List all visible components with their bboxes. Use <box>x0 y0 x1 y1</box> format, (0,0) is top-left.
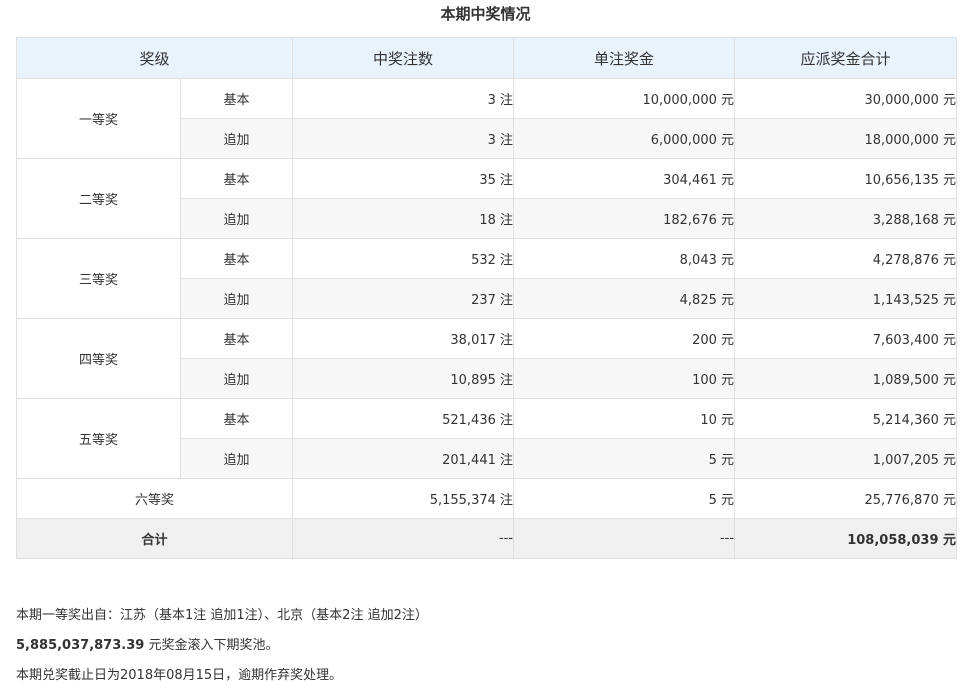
claim-deadline: 本期兑奖截止日为2018年08月15日，逾期作弃奖处理。 <box>16 668 343 683</box>
total-prize: 4,278,876 元 <box>734 238 958 279</box>
pool-rollover: 5,885,037,873.39 元奖金滚入下期奖池。 <box>16 635 428 665</box>
table-row: 二等奖 基本 35 注 304,461 元 10,656,135 元 <box>16 158 958 239</box>
total-prize: 7,603,400 元 <box>734 318 958 359</box>
winner-count: 201,441 注 <box>292 438 515 479</box>
prize-type: 基本 <box>179 158 294 199</box>
total-row: 合计 --- --- 108,058,039 元 <box>15 518 958 559</box>
notes: 本期一等奖出自：江苏（基本1注 追加1注）、北京（基本2注 追加2注） 5,88… <box>16 605 428 690</box>
total-prize: 1,007,205 元 <box>734 438 958 479</box>
prize-type: 追加 <box>179 118 294 159</box>
total-unit: --- <box>513 518 736 559</box>
total-count: --- <box>292 518 515 559</box>
total-prize: 10,656,135 元 <box>734 158 958 199</box>
prize-type: 追加 <box>179 438 294 479</box>
header-count: 中奖注数 <box>292 37 515 79</box>
total-label: 合计 <box>15 518 294 559</box>
prize-level: 一等奖 <box>16 78 181 159</box>
total-prize: 1,089,500 元 <box>734 358 958 399</box>
table-header-row: 奖级 中奖注数 单注奖金 应派奖金合计 <box>15 37 958 79</box>
header-total-prize: 应派奖金合计 <box>734 37 958 79</box>
unit-prize: 5 元 <box>513 478 736 519</box>
prize-table: 奖级 中奖注数 单注奖金 应派奖金合计 一等奖 基本 3 注 10,000,00… <box>15 37 958 559</box>
unit-prize: 5 元 <box>513 438 736 479</box>
winner-count: 3 注 <box>292 118 515 159</box>
total-prize: 1,143,525 元 <box>734 278 958 319</box>
prize-level: 三等奖 <box>16 238 181 319</box>
winner-count: 38,017 注 <box>292 318 515 359</box>
prize-type: 基本 <box>179 238 294 279</box>
winner-count: 532 注 <box>292 238 515 279</box>
header-level: 奖级 <box>15 37 294 79</box>
winner-count: 10,895 注 <box>292 358 515 399</box>
unit-prize: 100 元 <box>513 358 736 399</box>
winner-count: 5,155,374 注 <box>292 478 515 519</box>
prize-type: 基本 <box>179 398 294 439</box>
prize-level: 五等奖 <box>16 398 181 479</box>
unit-prize: 10 元 <box>513 398 736 439</box>
pool-amount: 5,885,037,873.39 <box>16 638 145 653</box>
total-prize: 3,288,168 元 <box>734 198 958 239</box>
table-row: 一等奖 基本 3 注 10,000,000 元 30,000,000 元 <box>16 78 958 159</box>
table-row: 三等奖 基本 532 注 8,043 元 4,278,876 元 <box>16 238 958 319</box>
total-prize: 25,776,870 元 <box>734 478 958 519</box>
winner-count: 521,436 注 <box>292 398 515 439</box>
winner-count: 35 注 <box>292 158 515 199</box>
table-row: 四等奖 基本 38,017 注 200 元 7,603,400 元 <box>16 318 958 399</box>
prize-page: 本期中奖情况 奖级 中奖注数 单注奖金 应派奖金合计 一等奖 基本 3 注 10… <box>0 0 971 690</box>
prize-type: 追加 <box>179 198 294 239</box>
header-unit-prize: 单注奖金 <box>513 37 736 79</box>
unit-prize: 8,043 元 <box>513 238 736 279</box>
prize-type: 基本 <box>179 78 294 119</box>
unit-prize: 4,825 元 <box>513 278 736 319</box>
prize-level: 四等奖 <box>16 318 181 399</box>
unit-prize: 304,461 元 <box>513 158 736 199</box>
unit-prize: 182,676 元 <box>513 198 736 239</box>
total-prize: 5,214,360 元 <box>734 398 958 439</box>
pool-text: 元奖金滚入下期奖池。 <box>144 638 279 653</box>
prize-type: 追加 <box>179 358 294 399</box>
prize-type: 基本 <box>179 318 294 359</box>
total-prize: 30,000,000 元 <box>734 78 958 119</box>
grand-total: 108,058,039 元 <box>734 518 958 559</box>
prize-level: 二等奖 <box>16 158 181 239</box>
table-row: 五等奖 基本 521,436 注 10 元 5,214,360 元 <box>16 398 958 479</box>
first-prize-origin: 本期一等奖出自：江苏（基本1注 追加1注）、北京（基本2注 追加2注） <box>16 608 428 623</box>
table-row: 六等奖 5,155,374 注 5 元 25,776,870 元 <box>15 478 958 519</box>
prize-level: 六等奖 <box>15 478 294 519</box>
winner-count: 3 注 <box>292 78 515 119</box>
page-title: 本期中奖情况 <box>440 5 531 23</box>
total-prize: 18,000,000 元 <box>734 118 958 159</box>
winner-count: 18 注 <box>292 198 515 239</box>
prize-type: 追加 <box>179 278 294 319</box>
unit-prize: 6,000,000 元 <box>513 118 736 159</box>
winner-count: 237 注 <box>292 278 515 319</box>
unit-prize: 200 元 <box>513 318 736 359</box>
unit-prize: 10,000,000 元 <box>513 78 736 119</box>
